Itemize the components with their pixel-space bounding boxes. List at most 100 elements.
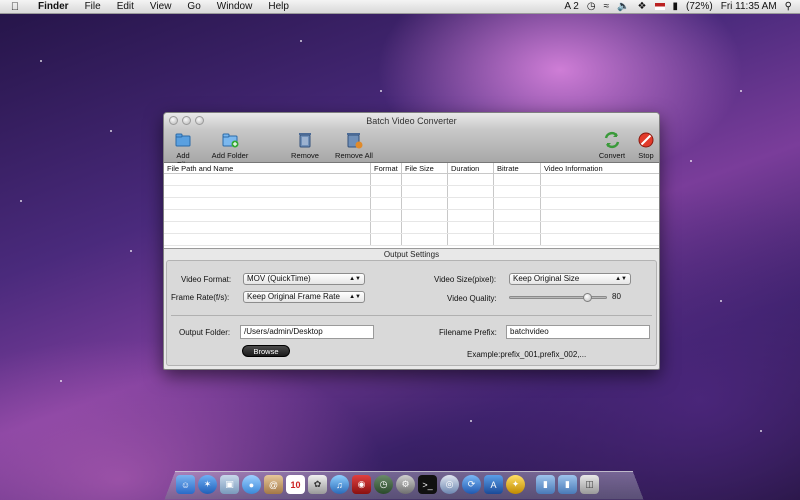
- frame-rate-label: Frame Rate(f/s):: [171, 293, 230, 302]
- remove-label: Remove: [291, 151, 319, 160]
- battery-icon[interactable]: ▮: [673, 1, 679, 12]
- clock[interactable]: Fri 11:35 AM: [721, 1, 777, 12]
- remove-button[interactable]: Remove: [290, 131, 320, 160]
- time-machine-icon[interactable]: ◷: [587, 1, 596, 12]
- frame-rate-value: Keep Original Frame Rate: [247, 292, 340, 301]
- network-icon[interactable]: ◎: [440, 475, 459, 494]
- filename-prefix-value: batchvideo: [510, 327, 549, 336]
- window-title: Batch Video Converter: [366, 116, 457, 126]
- column-header-duration[interactable]: Duration: [448, 163, 494, 173]
- flag-icon[interactable]: [654, 3, 665, 10]
- folder-icon-2[interactable]: ▮: [558, 475, 577, 494]
- column-header-video-info[interactable]: Video Information: [541, 163, 659, 173]
- video-quality-slider[interactable]: [509, 296, 607, 299]
- folder-icon[interactable]: ▮: [536, 475, 555, 494]
- column-header-bitrate[interactable]: Bitrate: [494, 163, 541, 173]
- time-machine-icon[interactable]: ◷: [374, 475, 393, 494]
- title-bar[interactable]: Batch Video Converter: [164, 113, 659, 129]
- table-row[interactable]: [164, 186, 659, 198]
- apple-menu-icon[interactable]: : [0, 1, 30, 13]
- menu-bar:  Finder File Edit View Go Window Help A…: [0, 0, 800, 14]
- sync-icon[interactable]: ⟳: [462, 475, 481, 494]
- safari-icon[interactable]: ✶: [198, 475, 217, 494]
- table-row[interactable]: [164, 210, 659, 222]
- video-quality-value: 80: [612, 292, 621, 301]
- output-folder-field[interactable]: /Users/admin/Desktop: [240, 325, 374, 339]
- ichat-icon[interactable]: ●: [242, 475, 261, 494]
- settings-divider: [171, 315, 652, 316]
- trash-icon[interactable]: ◫: [580, 475, 599, 494]
- video-size-select[interactable]: Keep Original Size ▲▼: [509, 273, 631, 285]
- add-folder-label: Add Folder: [211, 151, 249, 160]
- table-row[interactable]: [164, 174, 659, 186]
- menu-app-name[interactable]: Finder: [30, 1, 77, 12]
- add-folder-icon: [222, 133, 239, 148]
- convert-label: Convert: [598, 151, 626, 160]
- stop-icon: [638, 132, 654, 148]
- menu-view[interactable]: View: [142, 1, 180, 12]
- stop-label: Stop: [638, 151, 654, 160]
- convert-button[interactable]: Convert: [597, 131, 627, 160]
- output-settings-panel: Video Format: MOV (QuickTime) ▲▼ Frame R…: [166, 260, 657, 366]
- add-folder-button[interactable]: Add Folder: [210, 131, 250, 160]
- remove-all-label: Remove All: [335, 151, 373, 160]
- preview-icon[interactable]: ▣: [220, 475, 239, 494]
- add-file-icon: [175, 133, 191, 147]
- output-folder-value: /Users/admin/Desktop: [244, 327, 323, 336]
- itunes-icon[interactable]: ♫: [330, 475, 349, 494]
- browse-button[interactable]: Browse: [242, 345, 290, 357]
- app-store-icon[interactable]: A: [484, 475, 503, 494]
- volume-icon[interactable]: 🔈: [617, 1, 629, 12]
- spotlight-icon[interactable]: ⚲: [785, 1, 792, 12]
- column-header-format[interactable]: Format: [371, 163, 402, 173]
- menu-window[interactable]: Window: [209, 1, 261, 12]
- table-body[interactable]: [164, 174, 659, 246]
- photo-icon[interactable]: ✿: [308, 475, 327, 494]
- column-header-file-size[interactable]: File Size: [402, 163, 448, 173]
- stop-button[interactable]: Stop: [634, 131, 658, 160]
- video-size-value: Keep Original Size: [513, 274, 580, 283]
- bluetooth-icon[interactable]: ❖: [638, 1, 647, 12]
- frame-rate-select[interactable]: Keep Original Frame Rate ▲▼: [243, 291, 365, 303]
- remove-all-button[interactable]: Remove All: [334, 131, 374, 160]
- toolbar: Add File Add Folder Remove: [164, 129, 659, 169]
- input-menu[interactable]: A 2: [564, 1, 578, 12]
- video-format-value: MOV (QuickTime): [247, 274, 311, 283]
- photo-booth-icon[interactable]: ◉: [352, 475, 371, 494]
- batch-video-converter-window: Batch Video Converter Add File Add Folde…: [163, 112, 660, 370]
- menu-go[interactable]: Go: [179, 1, 208, 12]
- filename-prefix-label: Filename Prefix:: [439, 328, 497, 337]
- video-format-select[interactable]: MOV (QuickTime) ▲▼: [243, 273, 365, 285]
- output-settings-title: Output Settings: [383, 250, 440, 259]
- chevron-updown-icon: ▲▼: [349, 276, 361, 282]
- calendar-icon[interactable]: 10: [286, 475, 305, 494]
- file-table: File Path and Name Format File Size Dura…: [164, 163, 659, 249]
- output-folder-label: Output Folder:: [179, 328, 231, 337]
- finder-icon[interactable]: ☺: [176, 475, 195, 494]
- video-quality-label: Video Quality:: [447, 294, 497, 303]
- system-prefs-icon[interactable]: ⚙: [396, 475, 415, 494]
- table-row[interactable]: [164, 234, 659, 246]
- terminal-icon[interactable]: >_: [418, 475, 437, 494]
- table-row[interactable]: [164, 222, 659, 234]
- menu-help[interactable]: Help: [260, 1, 297, 12]
- dock: ☺ ✶ ▣ ● @ 10 ✿ ♫ ◉ ◷ ⚙ >_ ◎ ⟳ A ✦ ▮ ▮ ◫: [176, 468, 636, 494]
- menu-edit[interactable]: Edit: [109, 1, 142, 12]
- table-row[interactable]: [164, 198, 659, 210]
- table-header: File Path and Name Format File Size Dura…: [164, 163, 659, 174]
- video-quality-slider-knob[interactable]: [582, 293, 592, 302]
- filename-example-text: Example:prefix_001,prefix_002,...: [467, 350, 587, 359]
- close-button[interactable]: [169, 116, 178, 125]
- column-header-file-path[interactable]: File Path and Name: [164, 163, 371, 173]
- menu-file[interactable]: File: [77, 1, 109, 12]
- address-book-icon[interactable]: @: [264, 475, 283, 494]
- zoom-button[interactable]: [195, 116, 204, 125]
- minimize-button[interactable]: [182, 116, 191, 125]
- battery-percent: (72%): [686, 1, 713, 12]
- chevron-updown-icon: ▲▼: [615, 276, 627, 282]
- convert-icon: [604, 131, 620, 149]
- filename-prefix-field[interactable]: batchvideo: [506, 325, 650, 339]
- misc-icon[interactable]: ✦: [506, 475, 525, 494]
- wifi-icon[interactable]: ≈: [604, 1, 610, 12]
- trash-icon: [299, 133, 311, 148]
